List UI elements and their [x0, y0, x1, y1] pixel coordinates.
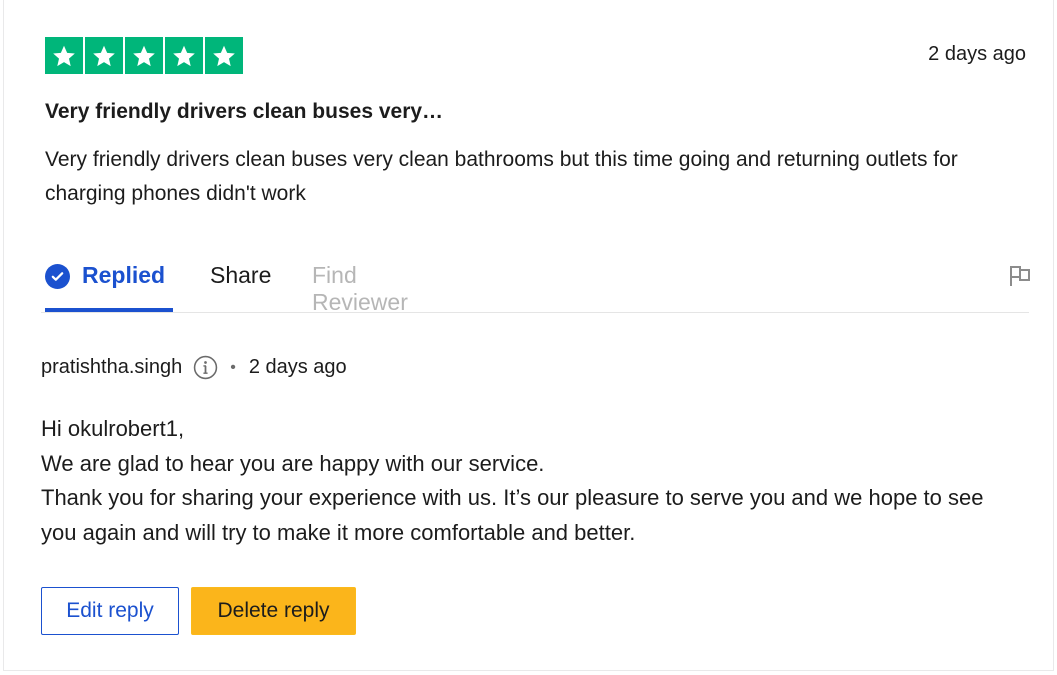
reply-meta: pratishtha.singh • 2 days ago: [41, 355, 347, 380]
tab-find-reviewer-label: Find Reviewer: [312, 262, 408, 315]
review-date: 2 days ago: [928, 43, 1026, 65]
reply-text: Hi okulrobert1, We are glad to hear you …: [41, 412, 1021, 550]
check-circle-icon: [45, 264, 70, 289]
star-icon: [85, 37, 123, 74]
reply-line: We are glad to hear you are happy with o…: [41, 450, 545, 476]
tab-find-reviewer[interactable]: Find Reviewer: [312, 256, 408, 315]
review-body: Very friendly drivers clean buses very c…: [45, 148, 958, 205]
meta-separator: •: [230, 358, 236, 376]
info-icon[interactable]: [193, 355, 218, 380]
delete-reply-button[interactable]: Delete reply: [191, 587, 356, 635]
star-rating: [45, 37, 243, 74]
tab-replied-label: Replied: [82, 262, 166, 288]
tab-share[interactable]: Share: [210, 256, 271, 312]
tab-divider: [41, 312, 1029, 313]
flag-icon[interactable]: [1009, 264, 1031, 293]
star-icon: [125, 37, 163, 74]
reply-line: Hi okulrobert1,: [41, 416, 185, 441]
star-icon: [45, 37, 83, 74]
review-title: Very friendly drivers clean buses very…: [45, 100, 444, 123]
star-icon: [205, 37, 243, 74]
review-card: 2 days ago Very friendly drivers clean b…: [3, 0, 1054, 671]
tab-share-label: Share: [210, 262, 272, 288]
star-icon: [165, 37, 203, 74]
edit-reply-button[interactable]: Edit reply: [41, 587, 179, 635]
reply-date: 2 days ago: [248, 356, 347, 378]
reply-author: pratishtha.singh: [41, 356, 183, 378]
tab-replied[interactable]: Replied: [45, 256, 173, 312]
reply-line: Thank you for sharing your experience wi…: [41, 485, 990, 545]
